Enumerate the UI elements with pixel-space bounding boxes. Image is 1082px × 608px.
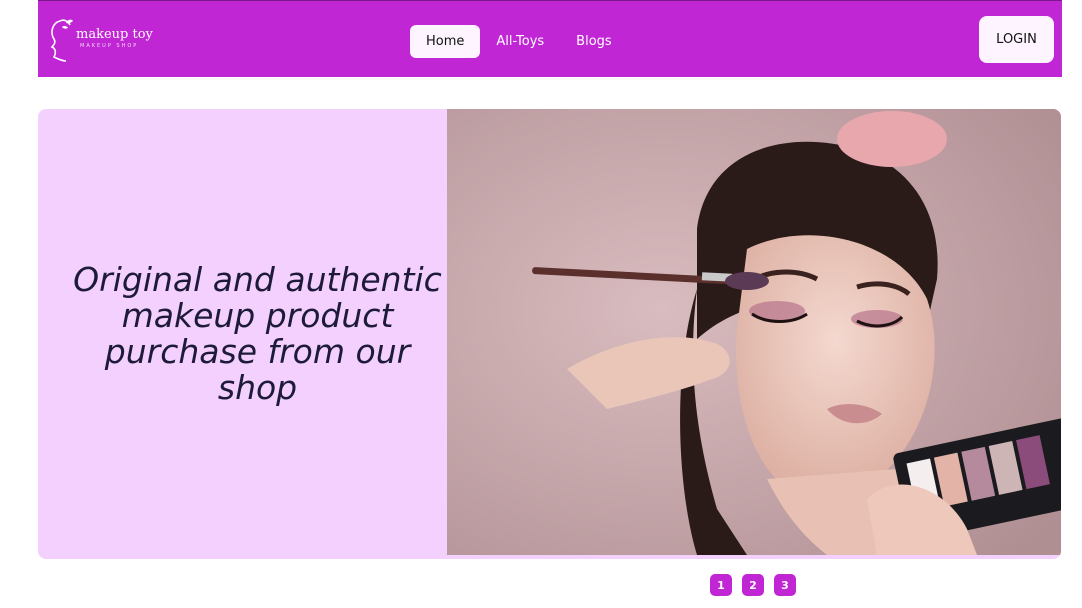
brand-name: makeup toy bbox=[76, 27, 153, 42]
brand-tagline: MAKEUP SHOP bbox=[80, 43, 139, 49]
face-silhouette-icon bbox=[50, 19, 73, 62]
hero-title: Original and authentic makeup product pu… bbox=[73, 260, 442, 407]
hero-text-panel: Original and authentic makeup product pu… bbox=[38, 109, 447, 559]
carousel-pagination: 1 2 3 bbox=[710, 574, 796, 596]
page-button-3[interactable]: 3 bbox=[774, 574, 796, 596]
page-button-1[interactable]: 1 bbox=[710, 574, 732, 596]
nav-home-link[interactable]: Home bbox=[410, 25, 481, 58]
brand-logo[interactable]: makeup toy MAKEUP SHOP bbox=[46, 17, 156, 63]
top-navbar: makeup toy MAKEUP SHOP Home All-Toys Blo… bbox=[38, 0, 1062, 77]
nav-all-toys-link[interactable]: All-Toys bbox=[480, 25, 560, 58]
nav-blogs-link[interactable]: Blogs bbox=[560, 25, 628, 58]
hero-makeup-model-image bbox=[447, 109, 1061, 555]
hero-carousel-slide: Original and authentic makeup product pu… bbox=[38, 109, 1061, 559]
login-button[interactable]: LOGIN bbox=[979, 16, 1054, 63]
main-nav: Home All-Toys Blogs bbox=[410, 25, 628, 58]
page-button-2[interactable]: 2 bbox=[742, 574, 764, 596]
